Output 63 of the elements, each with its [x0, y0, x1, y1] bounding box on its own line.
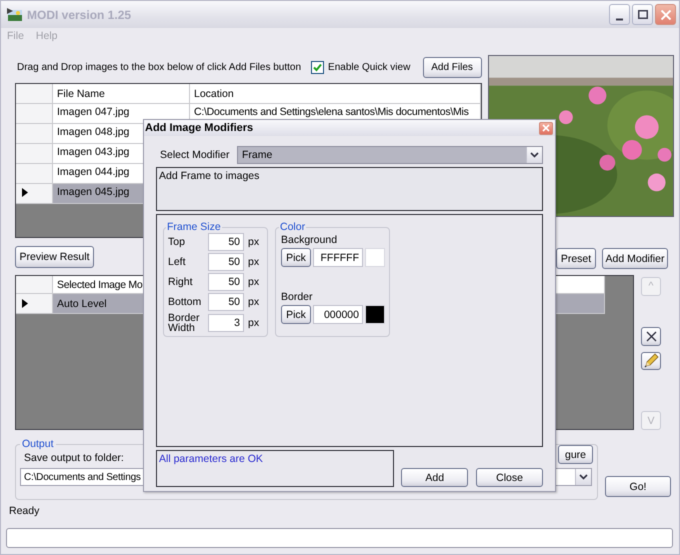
pencil-icon — [643, 352, 659, 369]
minimize-button[interactable] — [609, 4, 630, 25]
close-button[interactable] — [539, 122, 553, 134]
row-pointer-icon — [22, 188, 28, 196]
field-label: Border Width — [168, 313, 201, 333]
chevron-down-icon — [530, 152, 539, 158]
hex-field[interactable]: 000000 — [313, 305, 363, 324]
close-dialog-button[interactable]: Close — [476, 468, 543, 487]
pick-button[interactable]: Pick — [281, 248, 311, 267]
column-header[interactable]: File Name — [53, 84, 190, 104]
row-header[interactable] — [16, 294, 53, 314]
field-label: Background — [281, 234, 338, 246]
field-label: Left — [168, 257, 187, 267]
unit-label: px — [248, 317, 260, 329]
row-pointer-icon — [22, 299, 28, 308]
maximize-button[interactable] — [632, 4, 653, 25]
chevron-down-icon — [579, 474, 588, 480]
unit-label: px — [248, 276, 260, 288]
field-label: Border — [281, 291, 314, 303]
add-button[interactable]: Add — [401, 468, 468, 487]
go-button[interactable]: Go! — [605, 476, 671, 497]
add-modifier-button[interactable]: Add Modifier — [602, 248, 668, 269]
number-field[interactable]: 50 — [208, 253, 244, 271]
pick-button[interactable]: Pick — [281, 305, 311, 324]
number-field[interactable]: 50 — [208, 233, 244, 251]
unit-label: px — [248, 296, 260, 308]
maximize-icon — [638, 10, 648, 19]
unit-label: px — [248, 236, 260, 248]
field-label: Save output to folder: — [24, 452, 124, 464]
file-name-cell[interactable]: Imagen 047.jpg — [53, 104, 190, 124]
group-title: Color — [279, 221, 306, 233]
delete-icon — [646, 330, 656, 342]
minimize-icon — [616, 18, 623, 20]
close-icon — [660, 10, 670, 20]
number-field[interactable]: 3 — [208, 314, 244, 332]
group-title: Output — [21, 438, 55, 450]
modifier-dropdown[interactable]: Frame — [237, 146, 543, 164]
field-label: Top — [168, 237, 186, 247]
number-field[interactable]: 50 — [208, 293, 244, 311]
field-label: Bottom — [168, 297, 202, 307]
status-text: Ready — [9, 504, 40, 519]
delete-button[interactable] — [641, 326, 661, 346]
number-field[interactable]: 50 — [208, 273, 244, 291]
group-title: Frame Size — [166, 221, 222, 233]
unit-label: px — [248, 256, 260, 268]
edit-button[interactable] — [641, 352, 661, 370]
column-header[interactable]: Location — [190, 84, 481, 104]
window-title: MODI version 1.25 — [27, 8, 132, 22]
header-cell — [16, 84, 53, 104]
add-files-button[interactable]: Add Files — [422, 56, 482, 78]
app-icon — [7, 8, 23, 22]
check-icon — [313, 62, 322, 72]
close-icon — [542, 124, 550, 132]
field-label: Right — [168, 277, 194, 287]
row-header[interactable] — [16, 184, 53, 204]
preview-result-button[interactable]: Preview Result — [15, 246, 94, 268]
instruction-text: Drag and Drop images to the box below of click Add Files button — [17, 62, 302, 72]
quick-view-checkbox[interactable] — [311, 60, 324, 74]
message-text: All parameters are OK — [159, 453, 263, 465]
configure-button[interactable]: gure — [558, 445, 593, 464]
hex-field[interactable]: FFFFFF — [313, 248, 363, 267]
checkbox-label: Enable Quick view — [328, 62, 410, 72]
preset-button[interactable]: Preset — [556, 248, 596, 269]
